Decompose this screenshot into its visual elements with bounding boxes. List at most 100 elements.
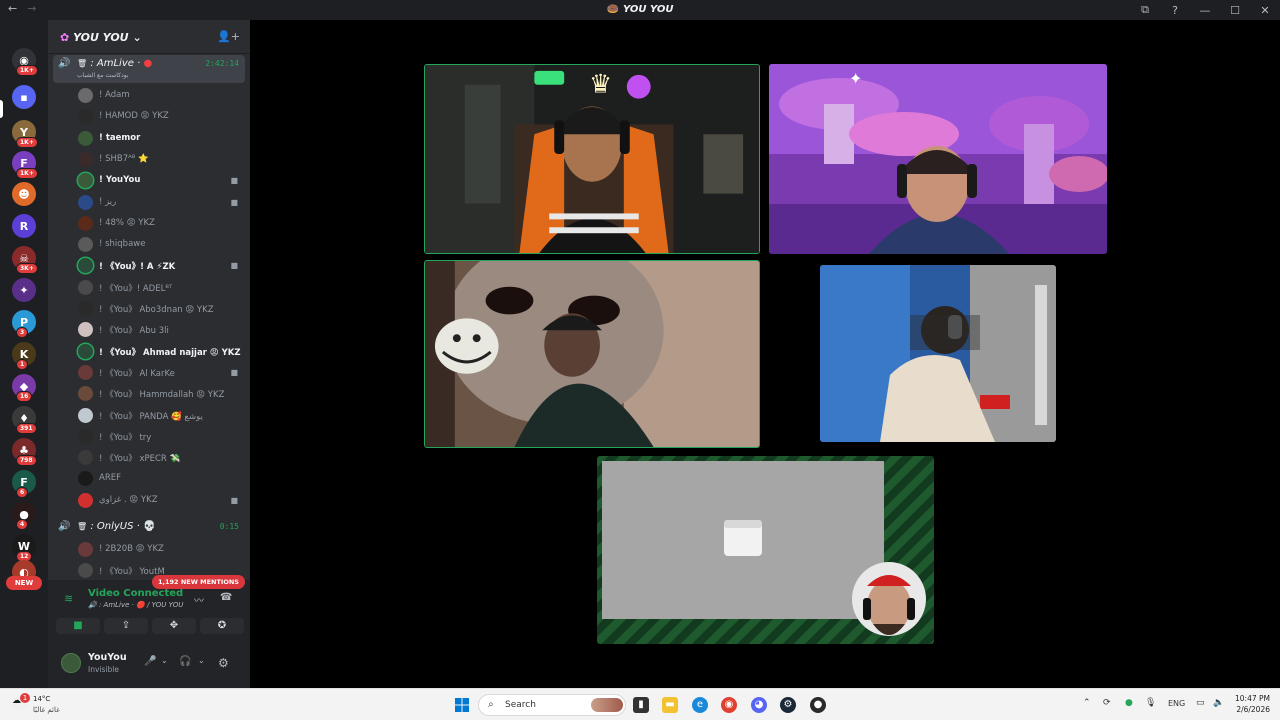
voice-member-row[interactable]: ! 《You》! ADELᴮᵀ bbox=[78, 278, 248, 298]
voice-member-row[interactable]: ! 《You》 Abu 3li bbox=[78, 320, 248, 340]
weather-description[interactable]: غائم غالبًا bbox=[33, 706, 60, 714]
task-view-icon[interactable]: ▮ bbox=[633, 697, 649, 713]
voice-member-row[interactable]: ! 《You》 try bbox=[78, 427, 248, 447]
status-dot-icon[interactable]: ● bbox=[1125, 698, 1133, 708]
avatar bbox=[78, 258, 93, 274]
video-tile[interactable] bbox=[424, 260, 760, 448]
voice-status[interactable]: Video Connected bbox=[88, 588, 183, 599]
voice-member-row[interactable]: ! 《You》 Al KarKe ■ bbox=[78, 363, 248, 383]
avatar[interactable] bbox=[61, 653, 81, 673]
avatar bbox=[78, 215, 93, 231]
video-camera-icon: ■ bbox=[230, 261, 238, 271]
noise-suppression-icon[interactable]: 〰 bbox=[194, 592, 204, 607]
language-indicator[interactable]: ENG bbox=[1168, 699, 1185, 708]
sync-icon[interactable]: ⟳ bbox=[1103, 698, 1111, 708]
voice-member-row[interactable]: ! YouYou ■ bbox=[78, 171, 248, 191]
voice-member-row[interactable]: ! 《You》 PANDA 🥰 يوشع bbox=[78, 406, 248, 426]
server-header[interactable]: ✿ YOU YOU ⌄ 👤+ bbox=[48, 20, 250, 54]
server-icon[interactable]: ☻ bbox=[12, 182, 36, 206]
video-tile[interactable]: ♛ bbox=[424, 64, 760, 254]
steam-icon[interactable]: ⚙ bbox=[780, 697, 796, 713]
maximize-button[interactable]: ☐ bbox=[1220, 4, 1250, 17]
voice-member-row[interactable]: ! 《You》! A ⚡ZK ■ bbox=[78, 256, 248, 276]
soundboard-button[interactable]: ✪ bbox=[200, 618, 244, 634]
voice-member-row[interactable]: ! 《You》 Ahmad najjar 😡 YKZ bbox=[78, 342, 248, 362]
add-member-icon[interactable]: 👤+ bbox=[217, 30, 240, 43]
avatar bbox=[78, 109, 93, 125]
title-bar: ←→ 🍩 YOU YOU ⧉ ? — ☐ ✕ bbox=[0, 0, 1280, 20]
voice-channel-amlive[interactable]: 🔊 🗑 : AmLive · ● بودكاست مع الشباب 2:42:… bbox=[53, 55, 245, 83]
selected-server-indicator bbox=[0, 100, 3, 118]
username[interactable]: YouYou bbox=[88, 652, 127, 663]
server-icon[interactable]: R bbox=[12, 214, 36, 238]
windows-start-icon[interactable] bbox=[455, 698, 469, 712]
member-name: ! YouYou bbox=[99, 175, 141, 186]
temperature[interactable]: 14°C bbox=[33, 695, 50, 703]
server-badge: 3K+ bbox=[16, 263, 38, 274]
server-name[interactable]: ✿ YOU YOU ⌄ bbox=[60, 31, 142, 44]
member-name: ! shiqbawe bbox=[99, 239, 146, 250]
file-explorer-icon[interactable]: ▬ bbox=[662, 697, 678, 713]
voice-location[interactable]: 🔊 : AmLive · 🔴 / YOU YOU bbox=[88, 601, 183, 609]
member-name: ! 《You》 Ahmad najjar 😡 YKZ bbox=[99, 347, 241, 358]
voice-member-row[interactable]: AREF bbox=[78, 469, 248, 489]
live-dot-icon: ● bbox=[143, 58, 153, 69]
voice-member-row[interactable]: ! SHB7ᴬᴮ ⭐ bbox=[78, 150, 248, 170]
discord-icon[interactable]: ◕ bbox=[751, 697, 767, 713]
voice-member-row[interactable]: ! HAMOD 😡 YKZ bbox=[78, 107, 248, 127]
screen-share-button[interactable]: ⇪ bbox=[104, 618, 148, 634]
microphone-icon[interactable]: 🎙 bbox=[1145, 698, 1156, 708]
recording-app-icon[interactable]: ● bbox=[810, 697, 826, 713]
close-button[interactable]: ✕ bbox=[1250, 4, 1280, 17]
microphone-icon[interactable]: 🎤 bbox=[144, 656, 156, 667]
network-icon[interactable]: ▭ bbox=[1196, 698, 1205, 708]
help-icon[interactable]: ? bbox=[1160, 4, 1190, 17]
voice-member-row[interactable]: ! 《You》 Hammdallah 😡 YKZ bbox=[78, 384, 248, 404]
video-frame bbox=[425, 261, 759, 447]
voice-member-row[interactable]: ! Adam bbox=[78, 86, 248, 106]
voice-member-row[interactable]: غزاوي . 😡 YKZ ■ bbox=[78, 491, 248, 511]
member-name: ! HAMOD 😡 YKZ bbox=[99, 111, 169, 122]
voice-member-row[interactable]: ! 《You》 xPECR 💸 bbox=[78, 448, 248, 468]
voice-member-row[interactable]: ! taemor bbox=[78, 129, 248, 149]
tray-overflow-chevron-icon[interactable]: ⌃ bbox=[1083, 698, 1091, 708]
member-name: AREF bbox=[99, 473, 121, 484]
new-servers-pill[interactable]: NEW bbox=[6, 576, 42, 590]
new-mentions-pill[interactable]: 1,192 NEW MENTIONS bbox=[152, 575, 245, 589]
taskbar-search[interactable]: ⌕ Search bbox=[478, 694, 626, 716]
video-tile[interactable] bbox=[597, 456, 934, 644]
server-badge: 1 bbox=[16, 359, 29, 370]
signal-icon[interactable]: ≋ bbox=[64, 592, 73, 605]
video-frame: ✦ bbox=[769, 64, 1107, 254]
server-icon[interactable]: ▪ bbox=[12, 85, 36, 109]
avatar bbox=[78, 450, 93, 466]
clock[interactable]: 10:47 PM 2/6/2026 bbox=[1235, 693, 1270, 715]
chrome-icon[interactable]: ◉ bbox=[721, 697, 737, 713]
activities-button[interactable]: ✥ bbox=[152, 618, 196, 634]
voice-member-row[interactable]: ! 2B20B 😡 YKZ bbox=[78, 540, 248, 560]
chevron-down-icon[interactable]: ⌄ bbox=[161, 656, 168, 665]
camera-button[interactable]: ■ bbox=[56, 618, 100, 634]
member-name: ! 2B20B 😡 YKZ bbox=[99, 544, 164, 554]
voice-member-row[interactable]: ! shiqbawe bbox=[78, 235, 248, 255]
member-name: ! ريز bbox=[99, 196, 117, 207]
headset-icon[interactable]: 🎧 bbox=[179, 656, 191, 667]
disconnect-icon[interactable]: ☎ bbox=[220, 592, 232, 603]
minimize-button[interactable]: — bbox=[1190, 4, 1220, 17]
member-name: ! 《You》 Abo3dnan 😡 YKZ bbox=[99, 305, 214, 315]
voice-member-row[interactable]: ! 《You》 Abo3dnan 😡 YKZ bbox=[78, 299, 248, 319]
voice-member-row[interactable]: ! 48% 😡 YKZ bbox=[78, 214, 248, 234]
inbox-icon[interactable]: ⧉ bbox=[1130, 3, 1160, 17]
settings-gear-icon[interactable]: ⚙ bbox=[218, 656, 229, 670]
voice-member-row[interactable]: ! ريز ■ bbox=[78, 193, 248, 213]
volume-icon[interactable]: 🔈 bbox=[1213, 698, 1224, 708]
chevron-down-icon[interactable]: ⌄ bbox=[198, 656, 205, 665]
member-name: ! 48% 😡 YKZ bbox=[99, 217, 155, 228]
speaker-icon: 🔊 bbox=[58, 521, 71, 532]
edge-icon[interactable]: e bbox=[692, 697, 708, 713]
avatar bbox=[78, 492, 93, 508]
server-icon[interactable]: ✦ bbox=[12, 278, 36, 302]
member-name: ! SHB7ᴬᴮ ⭐ bbox=[99, 153, 149, 164]
video-tile[interactable] bbox=[820, 265, 1056, 442]
video-tile[interactable]: ✦ bbox=[769, 64, 1107, 254]
